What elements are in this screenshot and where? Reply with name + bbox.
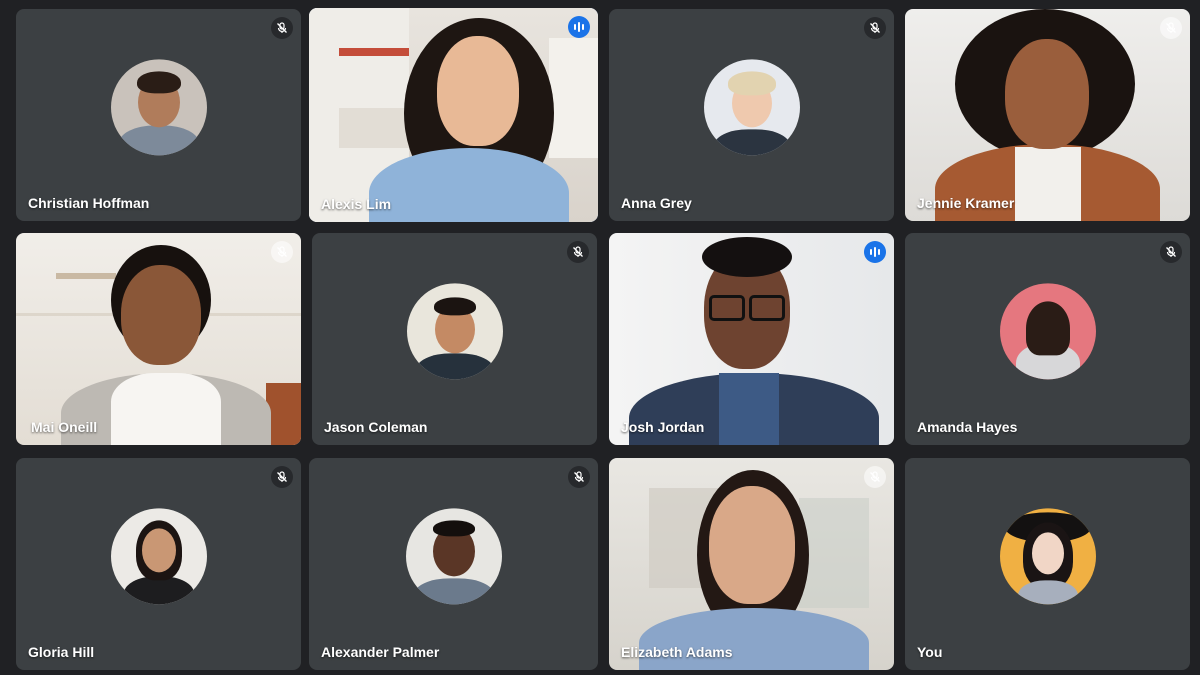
participant-name: Alexis Lim [321,196,392,212]
mic-off-icon [568,466,590,488]
participant-tile-jennie-kramer[interactable]: Jennie Kramer [905,9,1190,221]
participant-tile-elizabeth-adams[interactable]: Elizabeth Adams [609,458,894,670]
video-feed [609,458,894,670]
audio-level-icon [864,241,886,263]
participant-name: Elizabeth Adams [621,644,733,660]
audio-level-icon [568,16,590,38]
participant-name: Gloria Hill [28,644,95,660]
participant-name: Mai Oneill [31,419,98,435]
participant-tile-christian-hoffman[interactable]: Christian Hoffman [16,9,301,221]
mic-off-icon [864,466,886,488]
participant-name: Josh Jordan [621,419,705,435]
participant-tile-anna-grey[interactable]: Anna Grey [609,9,894,221]
participant-name: Christian Hoffman [28,195,150,211]
mic-off-icon [1160,241,1182,263]
avatar [703,59,800,156]
participant-tile-josh-jordan[interactable]: Josh Jordan [609,233,894,445]
participant-tile-jason-coleman[interactable]: Jason Coleman [312,233,597,445]
mic-off-icon [1160,17,1182,39]
avatar [110,59,207,156]
participant-tile-amanda-hayes[interactable]: Amanda Hayes [905,233,1190,445]
participant-grid: Christian Hoffman Alexis Lim Anna Grey J… [0,0,1200,675]
participant-name: Jennie Kramer [917,195,1015,211]
mic-off-icon [567,241,589,263]
participant-name: Jason Coleman [324,419,428,435]
video-feed [905,9,1190,221]
avatar [406,283,503,380]
avatar [999,283,1096,380]
participant-tile-gloria-hill[interactable]: Gloria Hill [16,458,301,670]
participant-name: Alexander Palmer [321,644,440,660]
avatar [110,508,207,605]
mic-off-icon [271,17,293,39]
avatar [405,508,502,605]
participant-tile-you[interactable]: You [905,458,1190,670]
mic-off-icon [271,466,293,488]
participant-name: Anna Grey [621,195,692,211]
participant-tile-mai-oneill[interactable]: Mai Oneill [16,233,301,445]
video-feed [609,233,894,445]
video-feed [309,8,598,222]
participant-name: Amanda Hayes [917,419,1018,435]
mic-off-icon [271,241,293,263]
video-feed [16,233,301,445]
avatar [999,508,1096,605]
participant-name: You [917,644,943,660]
participant-tile-alexis-lim[interactable]: Alexis Lim [309,8,598,222]
mic-off-icon [864,17,886,39]
participant-tile-alexander-palmer[interactable]: Alexander Palmer [309,458,598,670]
